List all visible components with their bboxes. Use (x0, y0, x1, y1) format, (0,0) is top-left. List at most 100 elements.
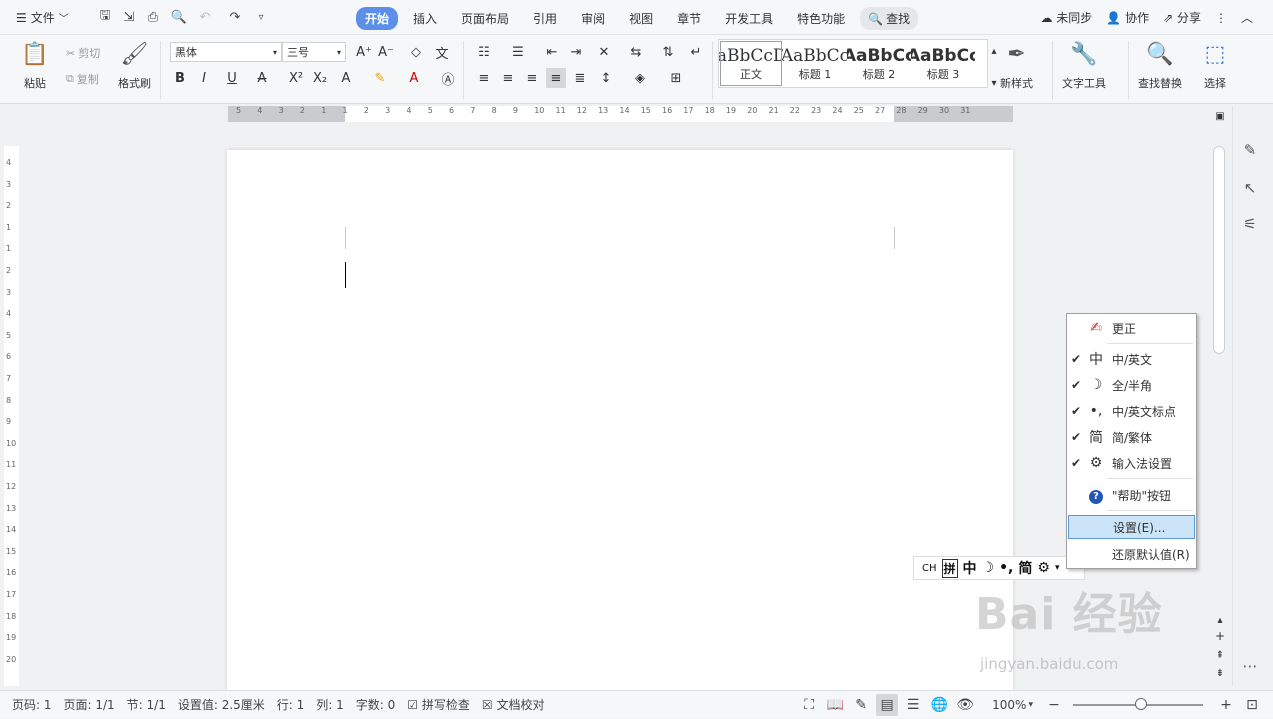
tab-insert[interactable]: 插入 (404, 7, 446, 30)
tab-page-layout[interactable]: 页面布局 (452, 7, 518, 30)
doc-proof-button[interactable]: ☒ 文档校对 (482, 696, 545, 713)
align-center-icon[interactable]: ≡ (498, 68, 518, 88)
shading-icon[interactable]: ◈ (630, 68, 650, 88)
chinese-layout-icon[interactable]: ✕ (594, 42, 614, 62)
write-mode-icon[interactable]: ✎ (850, 694, 872, 716)
align-right-icon[interactable]: ≡ (522, 68, 542, 88)
font-size-select[interactable]: 三号 ▾ (282, 42, 346, 62)
tab-developer[interactable]: 开发工具 (716, 7, 782, 30)
sync-button[interactable]: ☁ 未同步 (1040, 9, 1092, 26)
fullscreen-icon[interactable]: ⛶ (798, 694, 820, 716)
prev-page-icon[interactable]: ⇞ (1210, 645, 1230, 665)
ime-settings-icon[interactable]: ⚙ (1037, 560, 1050, 576)
ime-menu-arrow-icon[interactable]: ▾ (1055, 563, 1060, 573)
clear-format-icon[interactable]: ◇ (406, 42, 426, 62)
format-painter-button[interactable]: 🖌 格式刷 (118, 41, 151, 91)
grow-font-icon[interactable]: A⁺ (354, 42, 374, 62)
ruler-toggle-icon[interactable]: ▣ (1210, 106, 1230, 126)
superscript-icon[interactable]: X² (286, 68, 306, 88)
style-more-icon[interactable]: ▾ (988, 73, 1000, 93)
ime-pinyin-icon[interactable]: 拼 (941, 558, 958, 578)
print-icon[interactable]: ⎙ (144, 8, 162, 26)
underline-icon[interactable]: U (222, 68, 242, 88)
read-mode-icon[interactable]: 📖 (824, 694, 846, 716)
text-tools-button[interactable]: 🔧 文字工具 (1062, 41, 1106, 91)
status-page-num[interactable]: 页码: 1 (12, 696, 52, 713)
italic-icon[interactable]: I (194, 68, 214, 88)
edit-pen-icon[interactable]: ✎ (1240, 140, 1260, 160)
decrease-indent-icon[interactable]: ⇤ (542, 42, 562, 62)
menu-item-ime-settings[interactable]: ✔ ⚙ 输入法设置 (1068, 451, 1195, 475)
style-scroll-icon[interactable]: ▴ (988, 41, 1000, 61)
ime-chinese-icon[interactable]: 中 (963, 558, 977, 578)
ime-mode-ch[interactable]: CH (922, 563, 937, 574)
distributed-icon[interactable]: ≣ (570, 68, 590, 88)
ime-fullwidth-icon[interactable]: ☽ (982, 560, 995, 576)
status-setting-value[interactable]: 设置值: 2.5厘米 (178, 696, 265, 713)
menu-item-punctuation[interactable]: ✔ •, 中/英文标点 (1068, 399, 1195, 423)
subscript-icon[interactable]: X₂ (310, 68, 330, 88)
font-name-select[interactable]: 黑体 ▾ (170, 42, 282, 62)
menu-item-simp-trad[interactable]: ✔ 简 简/繁体 (1068, 425, 1195, 449)
style-heading-3[interactable]: AaBbCc 标题 3 (911, 40, 975, 87)
export-icon[interactable]: ⇲ (120, 8, 138, 26)
tab-review[interactable]: 审阅 (572, 7, 614, 30)
menu-item-full-half[interactable]: ✔ ☽ 全/半角 (1068, 373, 1195, 397)
more-vertical-icon[interactable]: ⋮ (1215, 11, 1227, 25)
print-preview-icon[interactable]: 🔍 (170, 8, 188, 26)
zoom-slider[interactable] (1073, 698, 1203, 710)
tab-chapter[interactable]: 章节 (668, 7, 710, 30)
zoom-slider-knob[interactable] (1135, 698, 1147, 710)
bold-icon[interactable]: B (170, 68, 190, 88)
eye-protect-icon[interactable]: 👁 (954, 694, 976, 716)
status-word-count[interactable]: 字数: 0 (356, 696, 396, 713)
collapse-ribbon-icon[interactable]: ︿ (1241, 9, 1253, 26)
new-style-button[interactable]: ✒ 新样式 (1000, 41, 1033, 91)
borders-icon[interactable]: ⊞ (666, 68, 686, 88)
text-effect-icon[interactable]: A (336, 68, 356, 88)
tab-view[interactable]: 视图 (620, 7, 662, 30)
numbered-list-icon[interactable]: ☰ (508, 42, 528, 62)
phonetic-guide-icon[interactable]: 文 (432, 42, 452, 62)
status-section[interactable]: 节: 1/1 (127, 696, 166, 713)
highlight-icon[interactable]: ✎ (370, 68, 390, 88)
adjust-sliders-icon[interactable]: ⚟ (1240, 214, 1260, 234)
ime-punct-icon[interactable]: •, (999, 560, 1013, 576)
file-menu[interactable]: ☰ 文件 ﹀ (16, 9, 69, 26)
status-page-count[interactable]: 页面: 1/1 (64, 696, 115, 713)
zoom-out-icon[interactable]: − (1043, 694, 1065, 716)
menu-item-correct[interactable]: ✍ 更正 (1068, 316, 1195, 340)
zoom-in-icon[interactable]: + (1215, 694, 1237, 716)
style-heading-2[interactable]: AaBbCc 标题 2 (847, 40, 911, 87)
zoom-dropdown-icon[interactable]: ▾ (1028, 700, 1033, 710)
font-color-icon[interactable]: A (404, 68, 424, 88)
next-page-icon[interactable]: ⇟ (1210, 663, 1230, 683)
justify-icon[interactable]: ≡ (546, 68, 566, 88)
tab-references[interactable]: 引用 (524, 7, 566, 30)
find-replace-button[interactable]: 🔍 查找替换 (1138, 41, 1182, 91)
text-direction-icon[interactable]: ⇆ (626, 42, 646, 62)
align-left-icon[interactable]: ≡ (474, 68, 494, 88)
shrink-font-icon[interactable]: A⁻ (376, 42, 396, 62)
zoom-in-side-icon[interactable]: + (1210, 626, 1230, 646)
page-view-icon[interactable]: ▤ (876, 694, 899, 716)
customize-dropdown-icon[interactable]: ▿ (252, 8, 270, 26)
tab-features[interactable]: 特色功能 (788, 7, 854, 30)
char-border-icon[interactable]: Ⓐ (438, 68, 458, 88)
select-button[interactable]: ⬚ 选择 (1202, 41, 1228, 91)
menu-item-cn-en[interactable]: ✔ 中 中/英文 (1068, 347, 1195, 371)
paste-button[interactable]: 📋 粘贴 (21, 41, 48, 91)
increase-indent-icon[interactable]: ⇥ (566, 42, 586, 62)
spell-check-button[interactable]: ☑ 拼写检查 (407, 696, 470, 713)
scrollbar-thumb[interactable] (1213, 146, 1225, 354)
outline-view-icon[interactable]: ☰ (902, 694, 924, 716)
web-view-icon[interactable]: 🌐 (928, 694, 950, 716)
menu-item-restore-defaults[interactable]: 还原默认值(R) (1068, 542, 1195, 566)
cut-button[interactable]: ✂ 剪切 (66, 45, 100, 61)
style-normal[interactable]: AaBbCcDd正文 (719, 40, 783, 87)
cursor-select-icon[interactable]: ↖ (1240, 178, 1260, 198)
menu-item-settings[interactable]: 设置(E)... (1068, 515, 1195, 539)
collab-button[interactable]: 👤 协作 (1106, 9, 1149, 26)
style-heading-1[interactable]: AaBbCc 标题 1 (783, 40, 847, 87)
sort-icon[interactable]: ⇅ (658, 42, 678, 62)
